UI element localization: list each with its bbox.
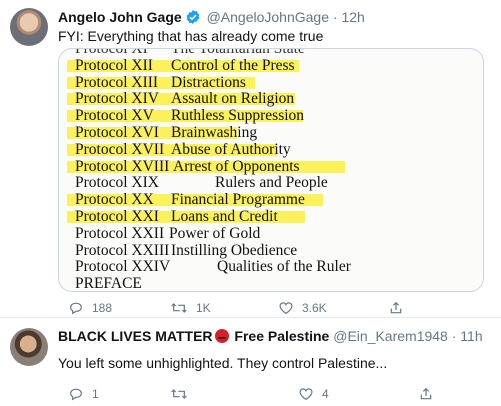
protocol-number: Protocol XVII (75, 140, 165, 158)
tweet-time[interactable]: · 12h (333, 9, 365, 25)
like-icon (278, 300, 294, 316)
retweet-button[interactable] (170, 386, 196, 402)
protocol-title: Abuse of Authority (171, 140, 291, 158)
share-button[interactable] (418, 386, 434, 402)
author-name[interactable]: Angelo John Gage (58, 9, 182, 25)
retweet-count: 1K (196, 301, 211, 315)
protocol-title: Ruthless Suppression (171, 107, 305, 125)
reply-count: 1 (92, 387, 99, 401)
protocol-title: Distractions (171, 73, 246, 91)
tweet[interactable]: Angelo John Gage @AngeloJohnGage · 12h F… (0, 0, 501, 318)
protocol-number: Protocol XVI (75, 123, 159, 141)
protocol-title: Rulers and People (215, 174, 328, 192)
protocol-number: Protocol XXII (75, 224, 165, 242)
retweet-button[interactable]: 1K (170, 300, 211, 316)
protocol-number: Protocol XV (75, 107, 154, 125)
tweet-actions: 1 4 (58, 386, 478, 406)
tweet-text: FYI: Everything that has already come tr… (58, 28, 324, 44)
reply-button[interactable]: 188 (68, 300, 112, 316)
tweet-time[interactable]: · 11h (452, 328, 483, 344)
protocol-number: Protocol XXI (75, 207, 159, 225)
tweet-header: Angelo John Gage @AngeloJohnGage · 12h (58, 8, 365, 29)
share-icon (388, 300, 404, 316)
protocol-number: PREFACE (75, 275, 142, 292)
protocol-title: Qualities of the Ruler (217, 258, 351, 276)
protocol-number: Protocol XVIII (75, 157, 170, 175)
protocol-title: Assault on Religion (171, 90, 295, 108)
tweet-text: You left some unhighlighted. They contro… (58, 355, 388, 371)
reply-count: 188 (92, 301, 113, 315)
angry-face-emoji-icon (214, 329, 229, 343)
protocol-number: Protocol XIX (75, 174, 159, 192)
reply-icon (68, 386, 84, 402)
protocol-title: Brainwashing (171, 123, 258, 141)
protocol-title: Power of Gold (169, 224, 261, 242)
like-count: 4 (322, 387, 329, 401)
retweet-icon (170, 300, 188, 316)
protocol-number: Protocol XX (75, 191, 154, 209)
protocol-number: Protocol XIII (75, 73, 159, 91)
protocol-number: Protocol XXIII (75, 241, 170, 259)
tweet[interactable]: BLACK LIVES MATTER Free Palestine @Ein_K… (0, 318, 501, 406)
verified-badge-icon (185, 9, 201, 29)
protocol-number: Protocol XII (75, 56, 153, 74)
reply-button[interactable]: 1 (68, 386, 99, 402)
like-button[interactable]: 3.6K (278, 300, 327, 316)
like-icon (298, 386, 314, 402)
share-icon (418, 386, 434, 402)
author-handle[interactable]: @AngeloJohnGage (207, 9, 329, 25)
author-name-part2[interactable]: Free Palestine (234, 328, 329, 344)
protocol-title: Arrest of Opponents (173, 157, 300, 175)
protocol-number: Protocol XXIV (75, 258, 171, 276)
share-button[interactable] (388, 300, 404, 316)
avatar[interactable] (10, 328, 48, 366)
tweet-header: BLACK LIVES MATTER Free Palestine @Ein_K… (58, 327, 483, 345)
protocol-number: Protocol XIV (75, 90, 159, 108)
like-count: 3.6K (302, 301, 327, 315)
retweet-icon (170, 386, 188, 402)
tweet-image[interactable]: Protocol XI The Totalitarian State Protoco… (58, 48, 484, 292)
author-name-part1[interactable]: BLACK LIVES MATTER (58, 328, 213, 344)
reply-icon (68, 300, 84, 316)
protocol-title: Control of the Press (171, 56, 295, 74)
protocol-title: Instilling Obedience (171, 241, 298, 259)
avatar[interactable] (10, 8, 48, 46)
tweet-actions: 188 1K 3.6K (58, 300, 478, 320)
protocol-title: Loans and Credit (171, 207, 278, 225)
author-handle[interactable]: @Ein_Karem1948 (333, 328, 448, 344)
like-button[interactable]: 4 (298, 386, 329, 402)
protocol-title: Financial Programme (171, 191, 305, 209)
